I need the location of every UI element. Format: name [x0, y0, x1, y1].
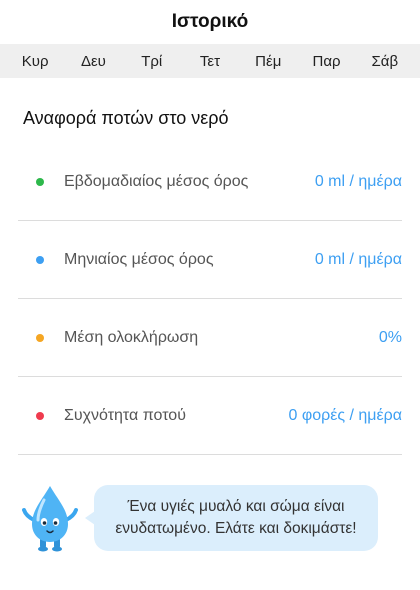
water-drop-mascot-icon	[20, 482, 80, 554]
status-dot-icon	[36, 178, 44, 186]
day-tab-mon[interactable]: Δευ	[64, 53, 122, 70]
tip-line-2: ενυδατωμένο. Ελάτε και δοκιμάστε!	[115, 520, 357, 537]
row-value: 0%	[378, 328, 402, 346]
week-day-bar: Κυρ Δευ Τρί Τετ Πέμ Παρ Σάβ	[0, 44, 420, 78]
tip-speech-bubble: Ένα υγιές μυαλό και σώμα είναι ενυδατωμέ…	[85, 485, 378, 551]
row-label: Συχνότητα ποτού	[64, 406, 186, 424]
report-row-monthly-average: Μηνιαίος μέσος όρος 0 ml / ημέρα	[18, 221, 402, 299]
report-row-weekly-average: Εβδομαδιαίος μέσος όρος 0 ml / ημέρα	[18, 144, 402, 221]
row-label: Μέση ολοκλήρωση	[64, 328, 199, 346]
row-label: Μηνιαίος μέσος όρος	[64, 250, 214, 268]
day-tab-sat[interactable]: Σάβ	[356, 53, 414, 70]
day-tab-tue[interactable]: Τρί	[123, 53, 181, 70]
tip-line-1: Ένα υγιές μυαλό και σώμα είναι	[127, 498, 345, 515]
report-row-average-completion: Μέση ολοκλήρωση 0%	[18, 299, 402, 377]
status-dot-icon	[36, 333, 44, 342]
day-tab-wed[interactable]: Τετ	[181, 53, 239, 70]
hydration-tip: Ένα υγιές μυαλό και σώμα είναι ενυδατωμέ…	[20, 482, 378, 554]
row-value: 0 ml / ημέρα	[314, 173, 402, 190]
report-list: Εβδομαδιαίος μέσος όρος 0 ml / ημέρα Μην…	[0, 144, 420, 455]
page-title: Ιστορικό	[171, 11, 249, 32]
report-title: Αναφορά ποτών στο νερό	[23, 108, 229, 128]
day-tab-fri[interactable]: Παρ	[297, 53, 355, 70]
report-row-drink-frequency: Συχνότητα ποτού 0 φορές / ημέρα	[18, 377, 402, 455]
status-dot-icon	[36, 411, 44, 420]
header-bar: Ιστορικό	[0, 0, 420, 44]
row-value: 0 ml / ημέρα	[314, 250, 402, 268]
day-tab-sun[interactable]: Κυρ	[6, 53, 64, 70]
row-value: 0 φορές / ημέρα	[288, 406, 403, 424]
row-label: Εβδομαδιαίος μέσος όρος	[64, 173, 249, 190]
day-tab-thu[interactable]: Πέμ	[239, 53, 297, 70]
status-dot-icon	[36, 255, 44, 264]
